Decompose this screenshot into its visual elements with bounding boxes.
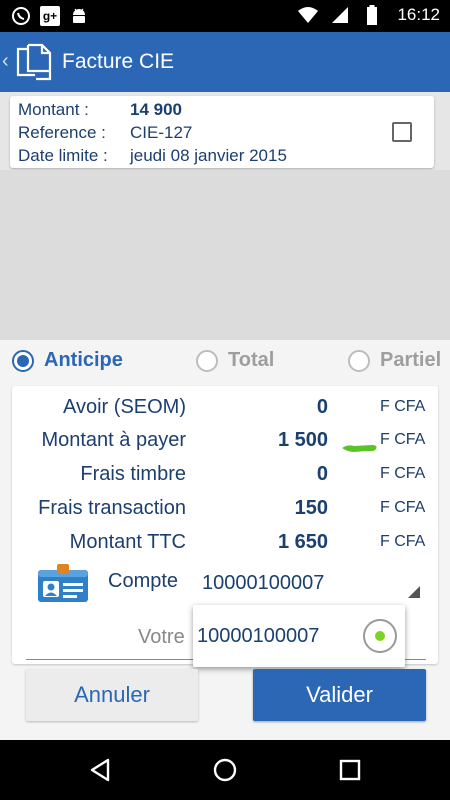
compte-dropdown-popup[interactable]: 10000100007	[193, 605, 405, 667]
recents-icon[interactable]	[336, 756, 364, 784]
navigation-bar	[0, 740, 450, 800]
payment-row-label: Frais transaction	[38, 497, 186, 519]
payment-row-label: Avoir (SEOM)	[63, 396, 186, 418]
compte-dropdown[interactable]: 10000100007	[202, 572, 324, 595]
payment-row-avoir: Avoir (SEOM) 0 F CFA	[12, 394, 438, 424]
documents-icon[interactable]	[14, 41, 56, 83]
radio-selected-icon	[12, 349, 34, 372]
invoice-montant-value: 14 900	[130, 100, 182, 119]
payment-row-label: Montant à payer	[41, 429, 186, 451]
radio-selected-icon[interactable]	[363, 619, 397, 653]
invoice-date-value: jeudi 08 janvier 2015	[130, 146, 287, 165]
payment-row-value: 1 650	[277, 531, 328, 553]
dropdown-arrow-icon[interactable]	[408, 586, 420, 598]
home-icon[interactable]	[211, 756, 239, 784]
payment-row-currency: F CFA	[380, 533, 426, 550]
radio-anticipe[interactable]: Anticipe	[12, 349, 123, 372]
pointing-hand-icon	[342, 437, 378, 452]
android-icon	[68, 5, 90, 27]
payment-type-radio-group: Anticipe Total Partiel	[0, 345, 450, 379]
invoice-date-label: Date limite :	[18, 146, 108, 165]
content-area	[0, 170, 450, 340]
payment-row-label: Frais timbre	[80, 463, 186, 485]
back-chevron-icon[interactable]: ‹	[2, 50, 9, 73]
radio-total-label: Total	[228, 349, 275, 371]
payment-row-value: 1 500	[277, 429, 328, 451]
whatsapp-icon	[10, 5, 32, 27]
payment-row-currency: F CFA	[380, 499, 426, 516]
payment-row-label: Montant TTC	[69, 531, 186, 553]
payment-row-value: 0	[316, 396, 328, 418]
compte-label: Compte	[108, 570, 179, 592]
status-time: 16:12	[397, 5, 440, 24]
invoice-montant-label: Montant :	[18, 100, 89, 119]
app-bar: ‹ Facture CIE	[0, 32, 450, 92]
payment-row-currency: F CFA	[380, 465, 426, 482]
payment-row-montant-a-payer: Montant à payer 1 500 F CFA	[12, 427, 438, 457]
votre-placeholder: Votre	[138, 626, 185, 648]
payment-row-value: 0	[316, 463, 328, 485]
back-icon[interactable]	[86, 756, 114, 784]
dropdown-option-label[interactable]: 10000100007	[197, 625, 319, 648]
invoice-date-row: Date limite : jeudi 08 janvier 2015	[18, 146, 287, 166]
payment-row-frais-transaction: Frais transaction 150 F CFA	[12, 495, 438, 525]
wifi-icon	[297, 4, 319, 26]
signal-icon	[329, 4, 351, 26]
payment-row-frais-timbre: Frais timbre 0 F CFA	[12, 461, 438, 491]
radio-unselected-icon	[196, 349, 218, 372]
compte-row: Compte 10000100007	[12, 564, 438, 608]
radio-partiel-label: Partiel	[380, 349, 442, 371]
cancel-button[interactable]: Annuler	[26, 669, 198, 721]
id-card-icon	[37, 564, 89, 604]
invoice-reference-label: Reference :	[18, 123, 106, 142]
validate-button[interactable]: Valider	[253, 669, 426, 721]
radio-unselected-icon	[348, 349, 370, 372]
payment-row-currency: F CFA	[380, 431, 426, 448]
payment-row-montant-ttc: Montant TTC 1 650 F CFA	[12, 529, 438, 559]
status-bar: g+ 16:12	[0, 0, 450, 32]
battery-icon	[361, 4, 383, 26]
page-title: Facture CIE	[62, 50, 175, 73]
invoice-montant-row: Montant : 14 900	[18, 100, 182, 120]
invoice-reference-row: Reference : CIE-127	[18, 123, 192, 143]
radio-anticipe-label: Anticipe	[44, 349, 123, 371]
radio-partiel[interactable]: Partiel	[348, 349, 441, 372]
invoice-card[interactable]: Montant : 14 900 Reference : CIE-127 Dat…	[10, 96, 434, 168]
payment-row-value: 150	[294, 497, 328, 519]
invoice-checkbox[interactable]	[392, 122, 412, 142]
payment-row-currency: F CFA	[380, 398, 426, 415]
google-plus-icon: g+	[40, 6, 60, 26]
radio-total[interactable]: Total	[196, 349, 274, 372]
invoice-reference-value: CIE-127	[130, 123, 193, 142]
